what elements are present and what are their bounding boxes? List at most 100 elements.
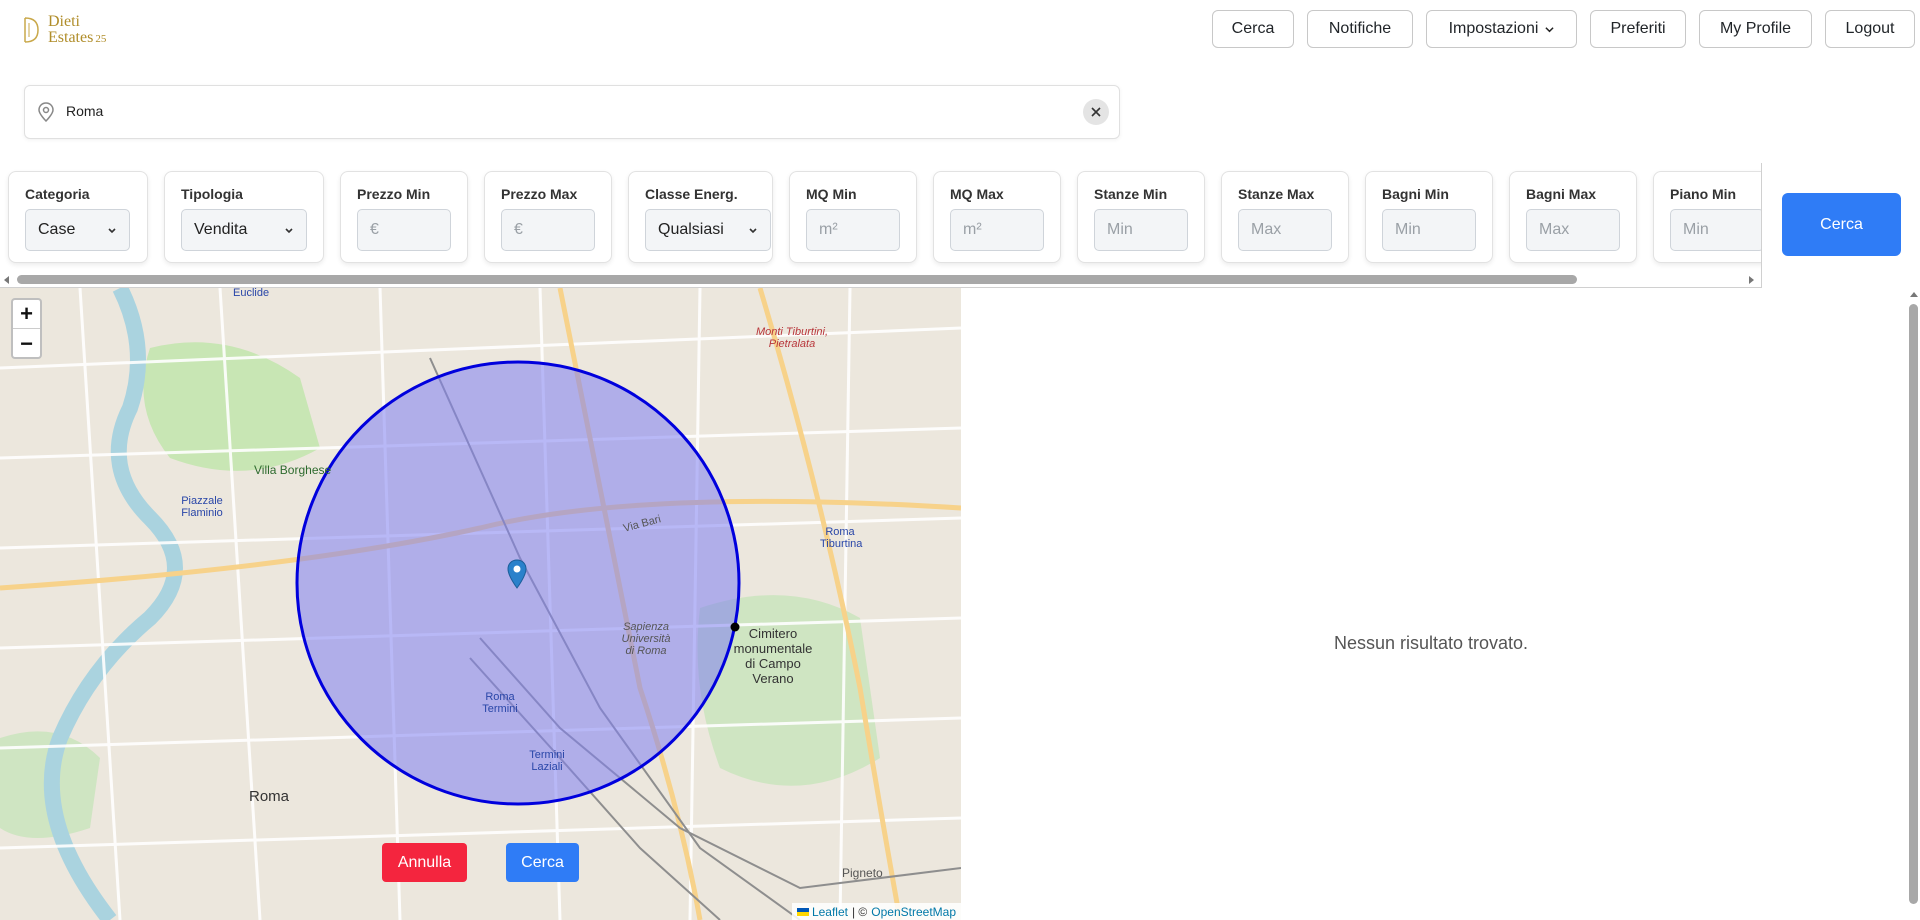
prezzo-min-input[interactable]: €: [357, 209, 451, 251]
filter-label: MQ Min: [806, 186, 857, 202]
filter-label: Categoria: [25, 186, 90, 202]
input-placeholder: m²: [963, 221, 982, 238]
filter-label: Classe Energ.: [645, 186, 738, 202]
map-marker-icon[interactable]: [507, 559, 527, 589]
stanze-min-input[interactable]: Min: [1094, 209, 1188, 251]
filters-scroll-container[interactable]: Categoria Case Tipologia Vendita Prezzo …: [0, 163, 1762, 288]
brand-name: Dieti Estates 25: [48, 12, 106, 47]
input-placeholder: Max: [1539, 221, 1570, 238]
filter-prezzo-max: Prezzo Max €: [484, 171, 612, 263]
top-navbar: Dieti Estates 25 Cerca Notifiche Impostaz…: [0, 0, 1920, 58]
nav-cerca-button[interactable]: Cerca: [1212, 10, 1294, 48]
filters-row: Categoria Case Tipologia Vendita Prezzo …: [8, 171, 1761, 265]
filter-label: Stanze Min: [1094, 186, 1168, 202]
scroll-left-icon[interactable]: [4, 276, 9, 284]
map-label-cimitero: Cimitero monumentale di Campo Verano: [733, 626, 813, 686]
map-search-button[interactable]: Cerca: [506, 843, 579, 882]
nav-preferiti-button[interactable]: Preferiti: [1590, 10, 1686, 48]
stanze-max-input[interactable]: Max: [1238, 209, 1332, 251]
input-placeholder: Min: [1107, 221, 1133, 238]
map-label-tiburtina: Roma Tiburtina: [820, 526, 863, 550]
results-panel: Nessun risultato trovato.: [961, 288, 1920, 920]
filter-prezzo-min: Prezzo Min €: [340, 171, 468, 263]
scroll-right-icon[interactable]: [1749, 276, 1754, 284]
nav-impostazioni-label: Impostazioni: [1448, 20, 1539, 37]
search-value: Roma: [66, 103, 104, 119]
horizontal-scrollbar[interactable]: [0, 273, 1761, 287]
filter-label: Stanze Max: [1238, 186, 1315, 202]
nav-logout-label: Logout: [1845, 20, 1895, 37]
empty-results-message: Nessun risultato trovato.: [1333, 633, 1529, 653]
map-label-roma: Roma: [249, 788, 290, 805]
map-label-sapienza: Sapienza Università di Roma: [621, 621, 671, 657]
openstreetmap-link[interactable]: OpenStreetMap: [871, 905, 956, 919]
nav-profile-label: My Profile: [1719, 20, 1792, 37]
map-label-euclide: Euclide: [233, 288, 270, 299]
zoom-out-label: −: [20, 330, 33, 356]
nav-preferiti-label: Preferiti: [1610, 20, 1666, 37]
attribution-separator: | ©: [851, 904, 868, 919]
map-label-termini-laziali: Termini Laziali: [529, 749, 565, 773]
filter-bagni-max: Bagni Max Max: [1509, 171, 1637, 263]
piano-min-input[interactable]: Min: [1670, 209, 1761, 251]
prezzo-max-input[interactable]: €: [501, 209, 595, 251]
classe-energetica-select[interactable]: Qualsiasi: [645, 209, 771, 251]
location-pin-icon: [38, 102, 54, 122]
map-view[interactable]: Euclide Piazzale Flaminio Villa Borghese…: [0, 288, 961, 920]
scrollbar-thumb[interactable]: [17, 275, 1577, 284]
filter-mq-max: MQ Max m²: [933, 171, 1061, 263]
zoom-in-label: +: [20, 301, 33, 326]
brand-line1: Dieti: [48, 12, 80, 30]
input-placeholder: €: [514, 221, 523, 238]
nav-cerca-label: Cerca: [1231, 20, 1275, 37]
categoria-select[interactable]: Case: [25, 209, 130, 251]
map-label-flaminio: Piazzale Flaminio: [181, 495, 223, 519]
map-zoom-control: + −: [11, 298, 42, 359]
leaflet-link[interactable]: Leaflet: [812, 905, 848, 919]
nav-impostazioni-dropdown[interactable]: Impostazioni: [1426, 10, 1577, 48]
nav-notifiche-button[interactable]: Notifiche: [1307, 10, 1413, 48]
chevron-down-icon: [285, 228, 293, 234]
zoom-in-button[interactable]: +: [13, 300, 40, 329]
brand-logo[interactable]: Dieti Estates 25: [22, 10, 132, 50]
nav-bar: Cerca Notifiche Impostazioni Preferiti M…: [1199, 10, 1920, 48]
chevron-down-icon: [108, 228, 116, 234]
select-value: Vendita: [194, 221, 248, 238]
nav-notifiche-label: Notifiche: [1328, 20, 1392, 37]
clear-search-button[interactable]: [1083, 99, 1109, 125]
filter-label: MQ Max: [950, 186, 1004, 202]
filter-label: Prezzo Min: [357, 186, 431, 202]
tipologia-select[interactable]: Vendita: [181, 209, 307, 251]
map-label-roma-termini: Roma Termini: [482, 691, 518, 715]
location-search-input[interactable]: Roma: [24, 85, 1120, 139]
vertical-scrollbar[interactable]: [1906, 288, 1920, 920]
filter-stanze-min: Stanze Min Min: [1077, 171, 1205, 263]
scroll-up-icon[interactable]: [1910, 292, 1918, 297]
filter-tipologia: Tipologia Vendita: [164, 171, 324, 263]
nav-profile-button[interactable]: My Profile: [1699, 10, 1812, 48]
zoom-out-button[interactable]: −: [13, 329, 40, 358]
search-submit-button[interactable]: Cerca: [1782, 193, 1901, 256]
map-label-pigneto: Pigneto: [842, 866, 883, 880]
scrollbar-thumb[interactable]: [1909, 304, 1918, 904]
map-cancel-label: Annulla: [397, 853, 452, 871]
filter-stanze-max: Stanze Max Max: [1221, 171, 1349, 263]
mq-min-input[interactable]: m²: [806, 209, 900, 251]
bagni-min-input[interactable]: Min: [1382, 209, 1476, 251]
close-icon: [1091, 107, 1101, 117]
select-value: Case: [38, 221, 76, 238]
nav-logout-button[interactable]: Logout: [1825, 10, 1915, 48]
ukraine-flag-icon: [796, 907, 809, 916]
bagni-max-input[interactable]: Max: [1526, 209, 1620, 251]
mq-max-input[interactable]: m²: [950, 209, 1044, 251]
map-tiles: [0, 288, 961, 920]
map-label-villa-borghese: Villa Borghese: [254, 463, 332, 477]
logo-mark-icon: [24, 17, 39, 43]
filter-label: Prezzo Max: [501, 186, 578, 202]
filter-mq-min: MQ Min m²: [789, 171, 917, 263]
map-search-label: Cerca: [521, 853, 564, 871]
map-cancel-button[interactable]: Annulla: [382, 843, 467, 882]
input-placeholder: m²: [819, 221, 838, 238]
filter-label: Bagni Max: [1526, 186, 1597, 202]
input-placeholder: €: [370, 221, 379, 238]
